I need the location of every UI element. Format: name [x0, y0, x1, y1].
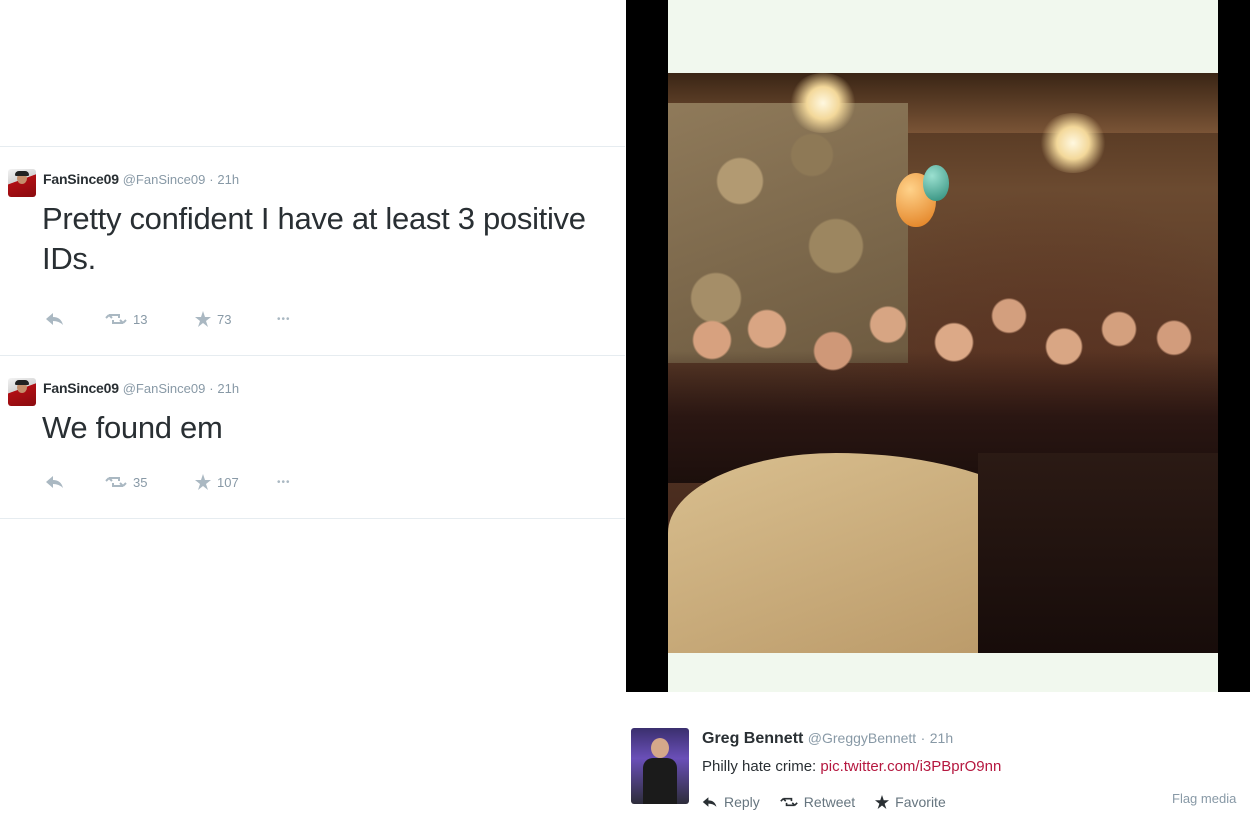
retweet-label: Retweet: [803, 794, 856, 810]
timestamp[interactable]: 21h: [930, 730, 953, 746]
star-icon: [195, 311, 211, 327]
reply-button[interactable]: Reply: [702, 794, 760, 810]
user-name[interactable]: FanSince09: [43, 171, 119, 187]
reply-button[interactable]: [45, 312, 105, 326]
star-icon: [195, 474, 211, 490]
user-handle[interactable]: @FanSince09: [123, 172, 206, 187]
media-viewer: [626, 0, 1250, 692]
favorite-button[interactable]: Favorite: [875, 794, 946, 810]
separator: ·: [920, 730, 926, 746]
reply-icon: [46, 313, 63, 325]
media-container: [668, 0, 1218, 692]
retweet-icon: [105, 314, 127, 324]
retweet-count: 13: [133, 311, 148, 327]
reply-icon: [46, 476, 63, 488]
user-name[interactable]: FanSince09: [43, 380, 119, 396]
more-icon: •••: [277, 313, 291, 325]
retweet-icon: [780, 797, 798, 807]
favorite-count: 73: [217, 311, 232, 327]
tweet-actions: 35 107 •••: [45, 474, 291, 490]
reply-icon: [702, 797, 717, 807]
retweet-button[interactable]: Retweet: [780, 794, 855, 810]
favorite-label: Favorite: [895, 794, 946, 810]
reply-button[interactable]: [45, 475, 105, 489]
reply-label: Reply: [724, 794, 760, 810]
flag-media-link[interactable]: Flag media: [1172, 791, 1236, 806]
star-icon: [875, 795, 890, 809]
media-tweet-header: Greg Bennett @GreggyBennett · 21h: [702, 730, 953, 748]
favorite-count: 107: [217, 474, 239, 490]
retweet-icon: [105, 477, 127, 487]
favorite-button[interactable]: 73: [195, 311, 277, 327]
retweet-count: 35: [133, 474, 148, 490]
user-handle[interactable]: @FanSince09: [123, 381, 206, 396]
separator: ·: [209, 381, 214, 396]
media-tweet-text: Philly hate crime: pic.twitter.com/i3PBp…: [702, 758, 1001, 775]
user-avatar[interactable]: [631, 728, 689, 804]
media-tweet-actions: Reply Retweet Favorite: [702, 794, 946, 810]
tweet-header: FanSince09 @FanSince09 · 21h: [43, 380, 239, 396]
timestamp[interactable]: 21h: [217, 172, 239, 187]
retweet-button[interactable]: 35: [105, 475, 195, 490]
user-avatar[interactable]: [8, 378, 36, 406]
tweet-header: FanSince09 @FanSince09 · 21h: [43, 171, 239, 187]
media-link[interactable]: pic.twitter.com/i3PBprO9nn: [820, 758, 1001, 775]
timestamp[interactable]: 21h: [217, 381, 239, 396]
retweet-button[interactable]: 13: [105, 312, 195, 327]
tweet-actions: 13 73 •••: [45, 311, 291, 327]
more-button[interactable]: •••: [277, 314, 291, 325]
more-button[interactable]: •••: [277, 477, 291, 488]
user-handle[interactable]: @GreggyBennett: [808, 730, 916, 746]
tweet-text: We found em: [42, 410, 223, 445]
tweet-2: FanSince09 @FanSince09 · 21h We found em…: [0, 355, 625, 519]
group-photo[interactable]: [668, 73, 1218, 653]
separator: ·: [209, 172, 214, 187]
tweet-text: Philly hate crime:: [702, 758, 817, 775]
user-name[interactable]: Greg Bennett: [702, 730, 803, 747]
tweet-1: FanSince09 @FanSince09 · 21h Pretty conf…: [0, 146, 625, 352]
more-icon: •••: [277, 476, 291, 488]
user-avatar[interactable]: [8, 169, 36, 197]
favorite-button[interactable]: 107: [195, 474, 277, 490]
tweet-text: Pretty confident I have at least 3 posit…: [42, 201, 586, 276]
